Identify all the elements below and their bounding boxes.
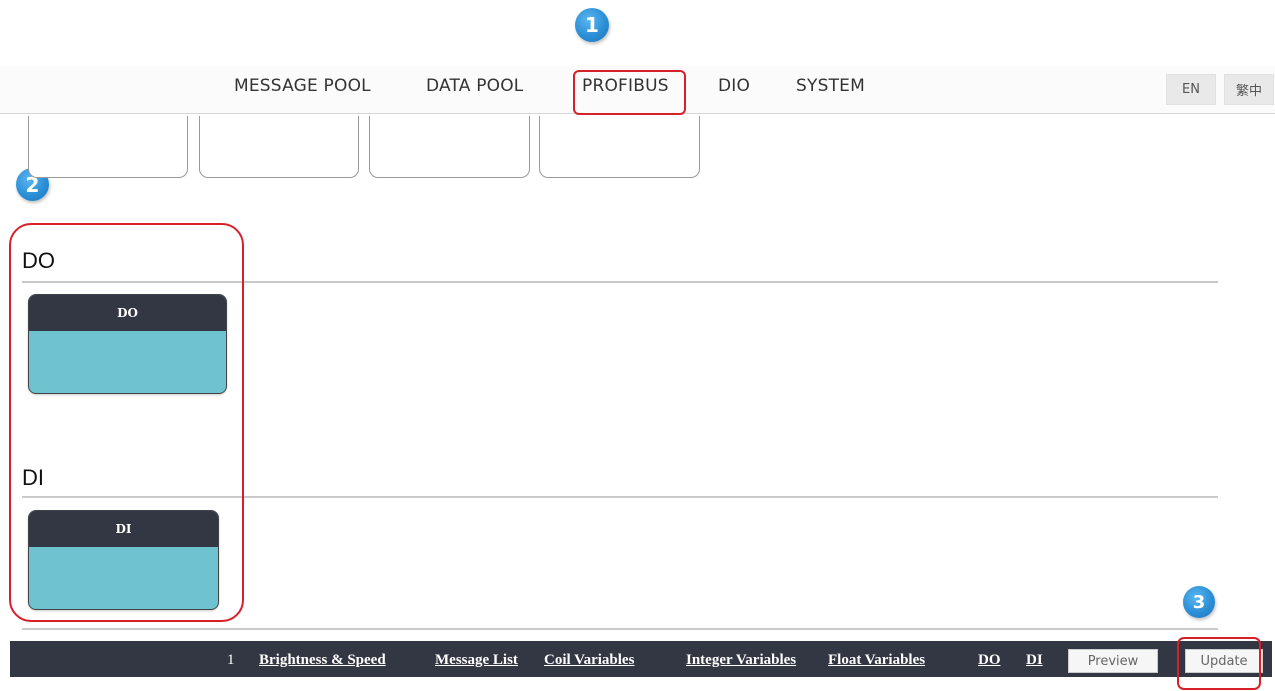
language-traditional-chinese-button[interactable]: 繁中 bbox=[1224, 74, 1274, 105]
preview-button[interactable]: Preview bbox=[1068, 649, 1158, 673]
sub-tab-card[interactable] bbox=[369, 116, 530, 178]
do-di-highlight-box bbox=[9, 223, 244, 622]
sub-tab-card[interactable] bbox=[28, 116, 188, 178]
footer-link-brightness-speed[interactable]: Brightness & Speed bbox=[259, 652, 386, 669]
footer-link-di[interactable]: DI bbox=[1026, 652, 1043, 669]
bottom-divider bbox=[22, 628, 1218, 630]
nav-data-pool[interactable]: DATA POOL bbox=[426, 76, 523, 96]
footer-link-integer-variables[interactable]: Integer Variables bbox=[686, 652, 796, 669]
footer-link-float-variables[interactable]: Float Variables bbox=[828, 652, 925, 669]
step-3-marker: 3 bbox=[1183, 586, 1215, 618]
footer-bar: 1 Brightness & Speed Message List Coil V… bbox=[10, 641, 1272, 677]
language-en-button[interactable]: EN bbox=[1166, 74, 1216, 105]
profibus-highlight-box bbox=[573, 70, 686, 115]
update-highlight-box bbox=[1177, 637, 1261, 690]
footer-link-coil-variables[interactable]: Coil Variables bbox=[544, 652, 634, 669]
sub-tab-card[interactable] bbox=[539, 116, 700, 178]
nav-system[interactable]: SYSTEM bbox=[796, 76, 865, 96]
nav-dio[interactable]: DIO bbox=[718, 76, 750, 96]
sub-tab-card[interactable] bbox=[199, 116, 359, 178]
step-1-marker: 1 bbox=[575, 8, 609, 42]
nav-message-pool[interactable]: MESSAGE POOL bbox=[234, 76, 371, 96]
footer-link-do[interactable]: DO bbox=[978, 652, 1001, 669]
footer-page-number: 1 bbox=[227, 652, 235, 668]
footer-link-message-list[interactable]: Message List bbox=[435, 652, 518, 669]
